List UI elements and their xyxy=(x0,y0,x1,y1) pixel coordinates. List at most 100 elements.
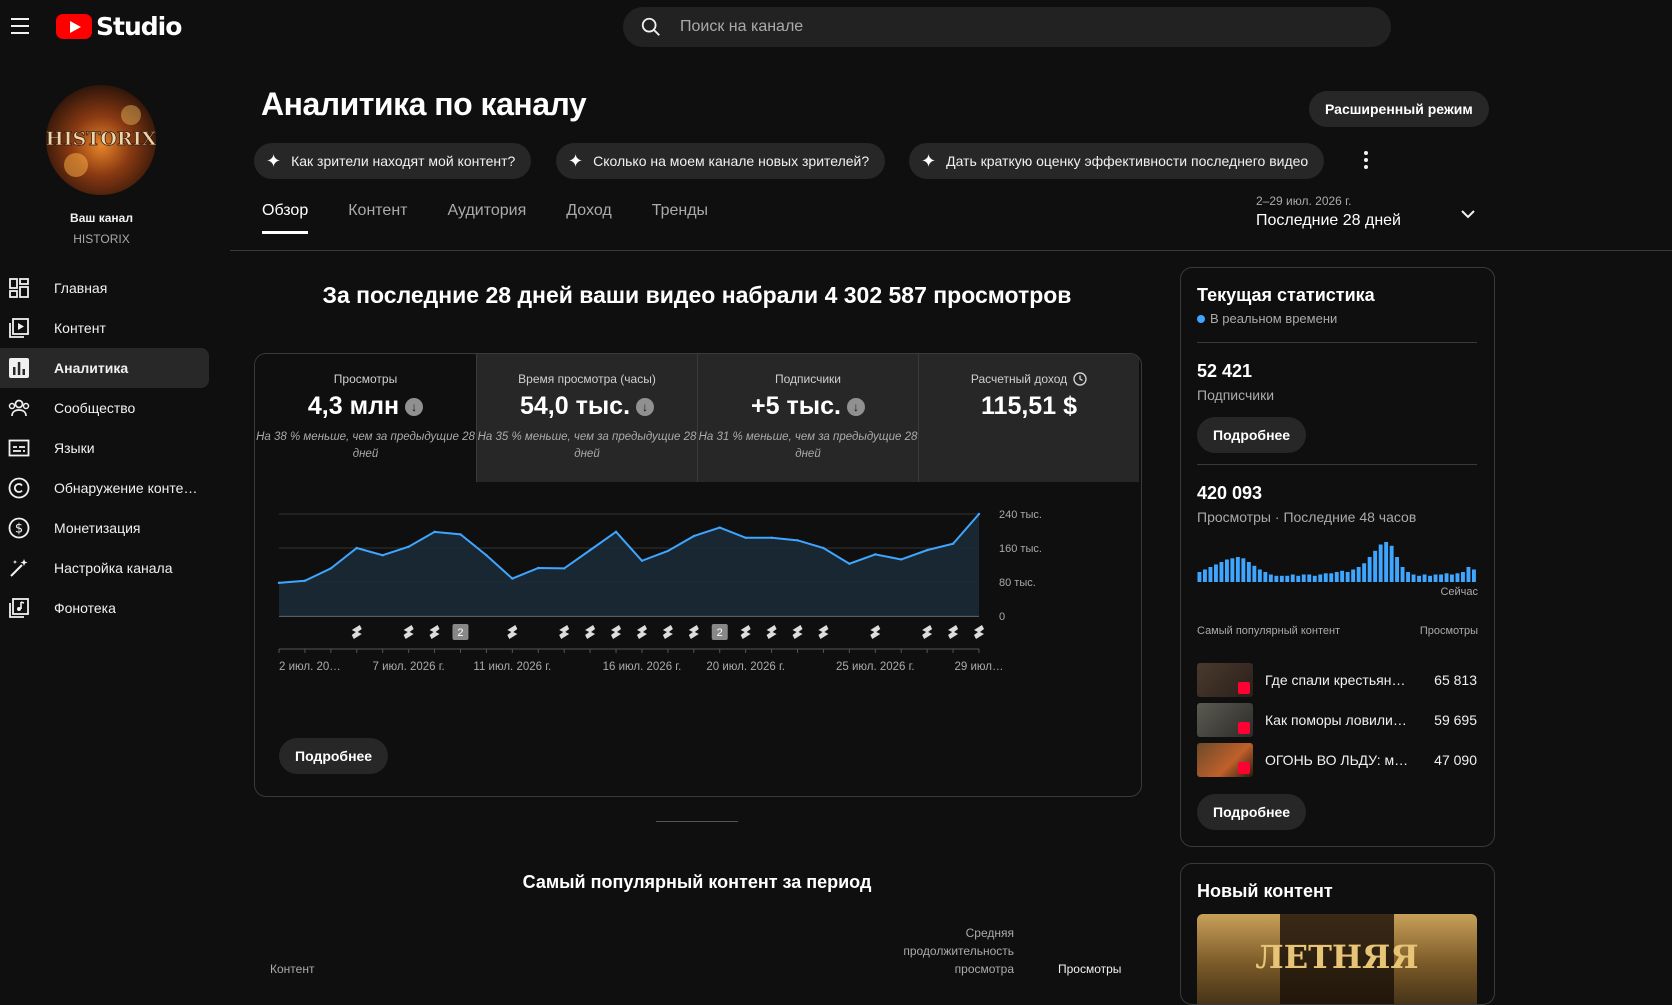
realtime-bar[interactable] xyxy=(1301,574,1306,583)
shorts-icon[interactable] xyxy=(792,625,803,639)
shorts-icon[interactable] xyxy=(636,625,647,639)
data-point[interactable] xyxy=(355,546,358,550)
realtime-bar[interactable] xyxy=(1307,574,1312,583)
data-point[interactable] xyxy=(459,533,462,536)
date-range-selector[interactable]: 2–29 июл. 2026 г. Последние 28 дней xyxy=(1256,194,1401,230)
realtime-bar[interactable] xyxy=(1444,573,1449,582)
data-point[interactable] xyxy=(485,554,488,557)
sidebar-item-content[interactable]: Контент xyxy=(0,308,209,348)
realtime-bar[interactable] xyxy=(1203,569,1207,583)
menu-button[interactable] xyxy=(8,14,32,38)
shorts-icon[interactable] xyxy=(403,625,414,639)
metric-watch-time[interactable]: Время просмотра (часы) 54,0 тыс. ↓ На 35 … xyxy=(476,354,697,482)
realtime-bar[interactable] xyxy=(1235,557,1240,582)
search-input[interactable] xyxy=(678,17,1332,37)
new-content-thumbnail[interactable]: ЛЕТНЯЯ xyxy=(1197,914,1477,1004)
table-header-avg-duration[interactable]: Средняя продолжительность просмотра xyxy=(880,924,1014,978)
realtime-bar[interactable] xyxy=(1367,557,1372,582)
data-point[interactable] xyxy=(303,579,307,582)
realtime-bar[interactable] xyxy=(1378,544,1383,583)
sidebar-item-analytics[interactable]: Аналитика xyxy=(0,348,209,388)
realtime-bar[interactable] xyxy=(1318,574,1323,583)
shorts-icon[interactable] xyxy=(974,625,984,639)
realtime-bar[interactable] xyxy=(1466,567,1471,582)
ai-suggestion-chip[interactable]: ✦ Как зрители находят мой контент? xyxy=(254,143,532,179)
tab-trends[interactable]: Тренды xyxy=(652,202,708,234)
realtime-bar[interactable] xyxy=(1356,567,1361,582)
advanced-mode-button[interactable]: Расширенный режим xyxy=(1309,91,1489,127)
data-point[interactable] xyxy=(277,581,281,585)
shorts-icon[interactable] xyxy=(870,625,881,639)
sidebar-item-dashboard[interactable]: Главная xyxy=(0,268,209,308)
realtime-bar[interactable] xyxy=(1395,557,1399,582)
data-point[interactable] xyxy=(951,542,955,545)
realtime-bar[interactable] xyxy=(1362,563,1367,582)
shorts-icon[interactable] xyxy=(766,625,777,639)
data-point[interactable] xyxy=(770,536,773,539)
search-bar[interactable] xyxy=(623,7,1391,47)
chevron-down-icon[interactable] xyxy=(1460,206,1476,222)
realtime-bar[interactable] xyxy=(1285,575,1290,582)
sidebar-item-community[interactable]: Сообщество xyxy=(0,388,209,428)
tab-overview[interactable]: Обзор xyxy=(262,202,309,234)
realtime-bar[interactable] xyxy=(1241,558,1246,582)
data-point[interactable] xyxy=(433,530,436,534)
data-point[interactable] xyxy=(796,539,799,542)
top-video-row[interactable]: Где спали крестьяне… 65 813 xyxy=(1197,663,1477,697)
realtime-bar[interactable] xyxy=(1208,567,1213,582)
shorts-icon[interactable] xyxy=(585,625,596,639)
shorts-icon[interactable] xyxy=(351,625,362,639)
data-point[interactable] xyxy=(588,548,592,552)
realtime-bar[interactable] xyxy=(1257,569,1262,583)
realtime-bar[interactable] xyxy=(1323,573,1328,582)
realtime-bar[interactable] xyxy=(1406,572,1410,582)
data-point[interactable] xyxy=(614,530,618,534)
data-point[interactable] xyxy=(666,549,670,553)
realtime-bar[interactable] xyxy=(1290,574,1295,583)
data-point[interactable] xyxy=(874,553,877,556)
data-point[interactable] xyxy=(537,566,540,570)
realtime-bar[interactable] xyxy=(1439,574,1443,583)
realtime-bar[interactable] xyxy=(1400,567,1405,582)
overview-more-button[interactable]: Подробнее xyxy=(279,738,389,774)
shorts-icon[interactable] xyxy=(818,625,829,639)
realtime-bar[interactable] xyxy=(1389,545,1394,582)
realtime-bar[interactable] xyxy=(1340,570,1345,582)
sidebar-item-customization[interactable]: Настройка канала xyxy=(0,548,209,588)
realtime-bar[interactable] xyxy=(1219,562,1224,582)
shorts-icon[interactable] xyxy=(948,625,959,639)
realtime-bar[interactable] xyxy=(1329,573,1334,582)
data-point[interactable] xyxy=(407,545,410,548)
data-point[interactable] xyxy=(925,548,929,552)
data-point[interactable] xyxy=(977,512,981,516)
views-chart[interactable]: 0 80 тыс. 160 тыс. 240 тыс. 2 2 2 июл. 20… 7 ию… xyxy=(255,504,1141,736)
data-point[interactable] xyxy=(381,554,384,557)
realtime-bar[interactable] xyxy=(1428,575,1432,582)
realtime-bar[interactable] xyxy=(1334,572,1339,582)
realtime-bar[interactable] xyxy=(1455,573,1460,582)
realtime-bar-chart[interactable] xyxy=(1197,540,1477,582)
realtime-bar[interactable] xyxy=(1422,574,1427,583)
shorts-icon[interactable] xyxy=(922,625,933,639)
data-point[interactable] xyxy=(822,546,825,550)
realtime-bar[interactable] xyxy=(1274,575,1279,582)
realtime-bar[interactable] xyxy=(1246,562,1251,582)
realtime-bar[interactable] xyxy=(1296,575,1301,582)
subscribers-more-button[interactable]: Подробнее xyxy=(1197,417,1307,453)
realtime-bar[interactable] xyxy=(1263,572,1268,582)
data-point[interactable] xyxy=(511,577,514,580)
top-video-row[interactable]: ОГОНЬ ВО ЛЬДУ: ма… 47 090 xyxy=(1197,743,1477,777)
realtime-bar[interactable] xyxy=(1351,569,1356,583)
shorts-icon[interactable] xyxy=(611,625,622,639)
realtime-bar[interactable] xyxy=(1472,569,1476,583)
ai-suggestion-chip[interactable]: ✦ Дать краткую оценку эффективности посл… xyxy=(909,143,1325,179)
realtime-bar[interactable] xyxy=(1345,572,1350,582)
metric-views[interactable]: Просмотры 4,3 млн ↓ На 38 % меньше, чем з… xyxy=(255,354,476,482)
data-point[interactable] xyxy=(562,567,566,570)
top-video-row[interactable]: Как поморы ловили… 59 695 xyxy=(1197,703,1477,737)
realtime-bar[interactable] xyxy=(1417,575,1421,582)
realtime-bar[interactable] xyxy=(1230,558,1235,582)
metric-revenue[interactable]: Расчетный доход 115,51 $ xyxy=(918,354,1139,482)
more-options-icon[interactable] xyxy=(1354,146,1378,174)
tab-audience[interactable]: Аудитория xyxy=(447,202,526,234)
